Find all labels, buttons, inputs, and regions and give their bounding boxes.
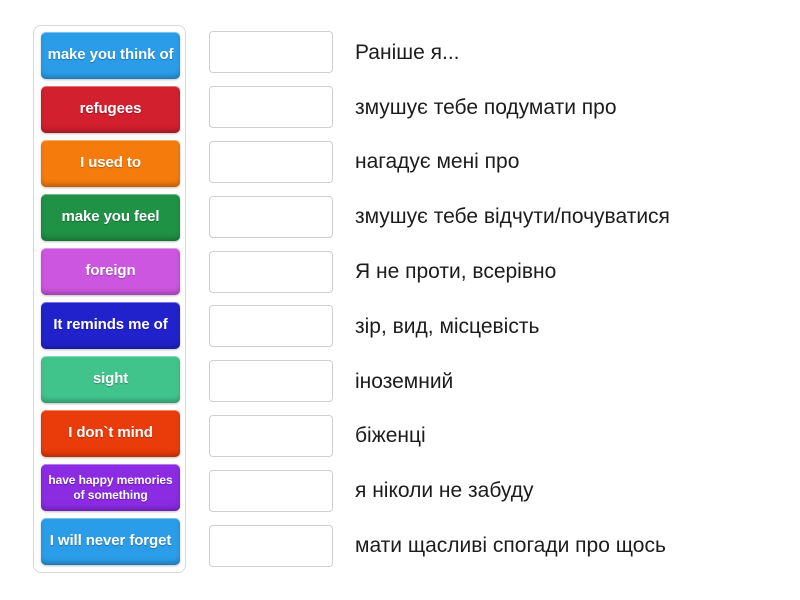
drop-zone[interactable] (209, 250, 333, 293)
draggable-tile[interactable]: make you think of (41, 32, 180, 79)
draggable-tile-label: It reminds me of (53, 316, 168, 334)
draggable-tile-label: I will never forget (49, 532, 172, 550)
draggable-tile[interactable]: refugees (41, 86, 180, 133)
match-up-activity: make you think of refugees I used to make y… (0, 0, 800, 600)
answer-row: зір, вид, місцевість (209, 299, 784, 354)
answer-row: біженці (209, 409, 784, 464)
answer-text: змушує тебе відчути/почуватися (355, 205, 670, 229)
answer-row: Раніше я... (209, 25, 784, 80)
answer-text: нагадує мені про (355, 150, 520, 174)
drop-zone[interactable] (209, 140, 333, 183)
answer-row: я ніколи не забуду (209, 463, 784, 518)
draggable-tile[interactable]: have happy memories of something (41, 464, 180, 511)
draggable-tile[interactable]: I will never forget (41, 518, 180, 565)
answer-text: змушує тебе подумати про (355, 95, 617, 119)
draggable-tile[interactable]: sight (41, 356, 180, 403)
drop-zone[interactable] (209, 469, 333, 512)
draggable-tile-label: I don`t mind (68, 424, 153, 442)
answer-row-list: Раніше я... змушує тебе подумати про нагад… (209, 25, 784, 573)
draggable-tile[interactable]: I don`t mind (41, 410, 180, 457)
answer-text: іноземний (355, 369, 454, 393)
answer-row: іноземний (209, 354, 784, 409)
answer-text: біженці (355, 424, 426, 448)
draggable-tile-label: make you feel (61, 208, 160, 226)
answer-row: змушує тебе подумати про (209, 80, 784, 135)
drop-zone[interactable] (209, 305, 333, 348)
draggable-tile[interactable]: make you feel (41, 194, 180, 241)
drop-zone[interactable] (209, 360, 333, 403)
drop-zone[interactable] (209, 86, 333, 129)
draggable-tile[interactable]: foreign (41, 248, 180, 295)
draggable-tile-label: make you think of (47, 46, 174, 64)
answer-text: зір, вид, місцевість (355, 314, 540, 338)
draggable-tile-label: sight (92, 370, 129, 388)
drop-zone[interactable] (209, 524, 333, 567)
answer-text: Раніше я... (355, 40, 460, 64)
answer-text: Я не проти, всерівно (355, 259, 557, 283)
draggable-tile-label: foreign (85, 262, 136, 280)
drop-zone[interactable] (209, 31, 333, 74)
draggable-tile-tray: make you think of refugees I used to make y… (33, 25, 186, 573)
draggable-tile[interactable]: I used to (41, 140, 180, 187)
answer-row: Я не проти, всерівно (209, 244, 784, 299)
draggable-tile[interactable]: It reminds me of (41, 302, 180, 349)
answer-text: мати щасливі спогади про щось (355, 533, 666, 557)
answer-text: я ніколи не забуду (355, 479, 534, 503)
answer-row: змушує тебе відчути/почуватися (209, 189, 784, 244)
draggable-tile-label: have happy memories of something (48, 473, 173, 502)
draggable-tile-label: I used to (80, 154, 141, 172)
drop-zone[interactable] (209, 195, 333, 238)
answer-row: нагадує мені про (209, 135, 784, 190)
draggable-tile-label: refugees (79, 100, 142, 118)
answer-row: мати щасливі спогади про щось (209, 518, 784, 573)
drop-zone[interactable] (209, 414, 333, 457)
